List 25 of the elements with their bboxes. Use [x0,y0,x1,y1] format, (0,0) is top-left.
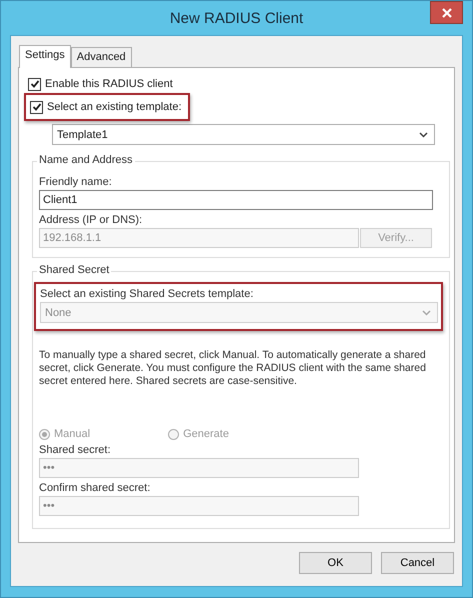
field-label: Friendly name: [39,176,113,188]
tab[interactable]: Advanced [70,47,132,67]
field-label: Shared secret: [39,444,112,456]
description-text: To manually type a shared secret, click Manual. To automatically generate a shared secret, click Generate. You must configure the RADIUS client with the same shared secret entered here. Shared secrets are case-sensitive. [39,349,427,388]
field-label: Select an existing Shared Secrets template: [40,288,254,300]
close-button[interactable] [430,1,463,24]
close-icon [442,8,452,18]
checkbox[interactable] [28,78,41,90]
dialog-button[interactable]: Cancel [381,552,454,574]
chevron-down-icon [422,310,431,316]
dialog-button[interactable]: OK [299,552,372,574]
group-title: Name and Address [37,154,135,166]
radio-label: Manual [54,428,90,440]
group-title: Shared Secret [37,264,112,276]
dropdown[interactable]: Template1 [52,124,435,145]
input-field[interactable]: Client1 [39,190,433,210]
checkbox-label: Select an existing template: [47,101,182,113]
field-label: Address (IP or DNS): [39,214,144,226]
field-label: Confirm shared secret: [39,482,152,494]
radio-label: Generate [183,428,229,440]
window-title: New RADIUS Client [170,10,304,26]
checkbox[interactable] [30,100,43,114]
checkbox-label: Enable this RADIUS client [45,78,173,90]
chevron-down-icon [419,132,428,138]
tab[interactable]: Settings [19,45,71,68]
